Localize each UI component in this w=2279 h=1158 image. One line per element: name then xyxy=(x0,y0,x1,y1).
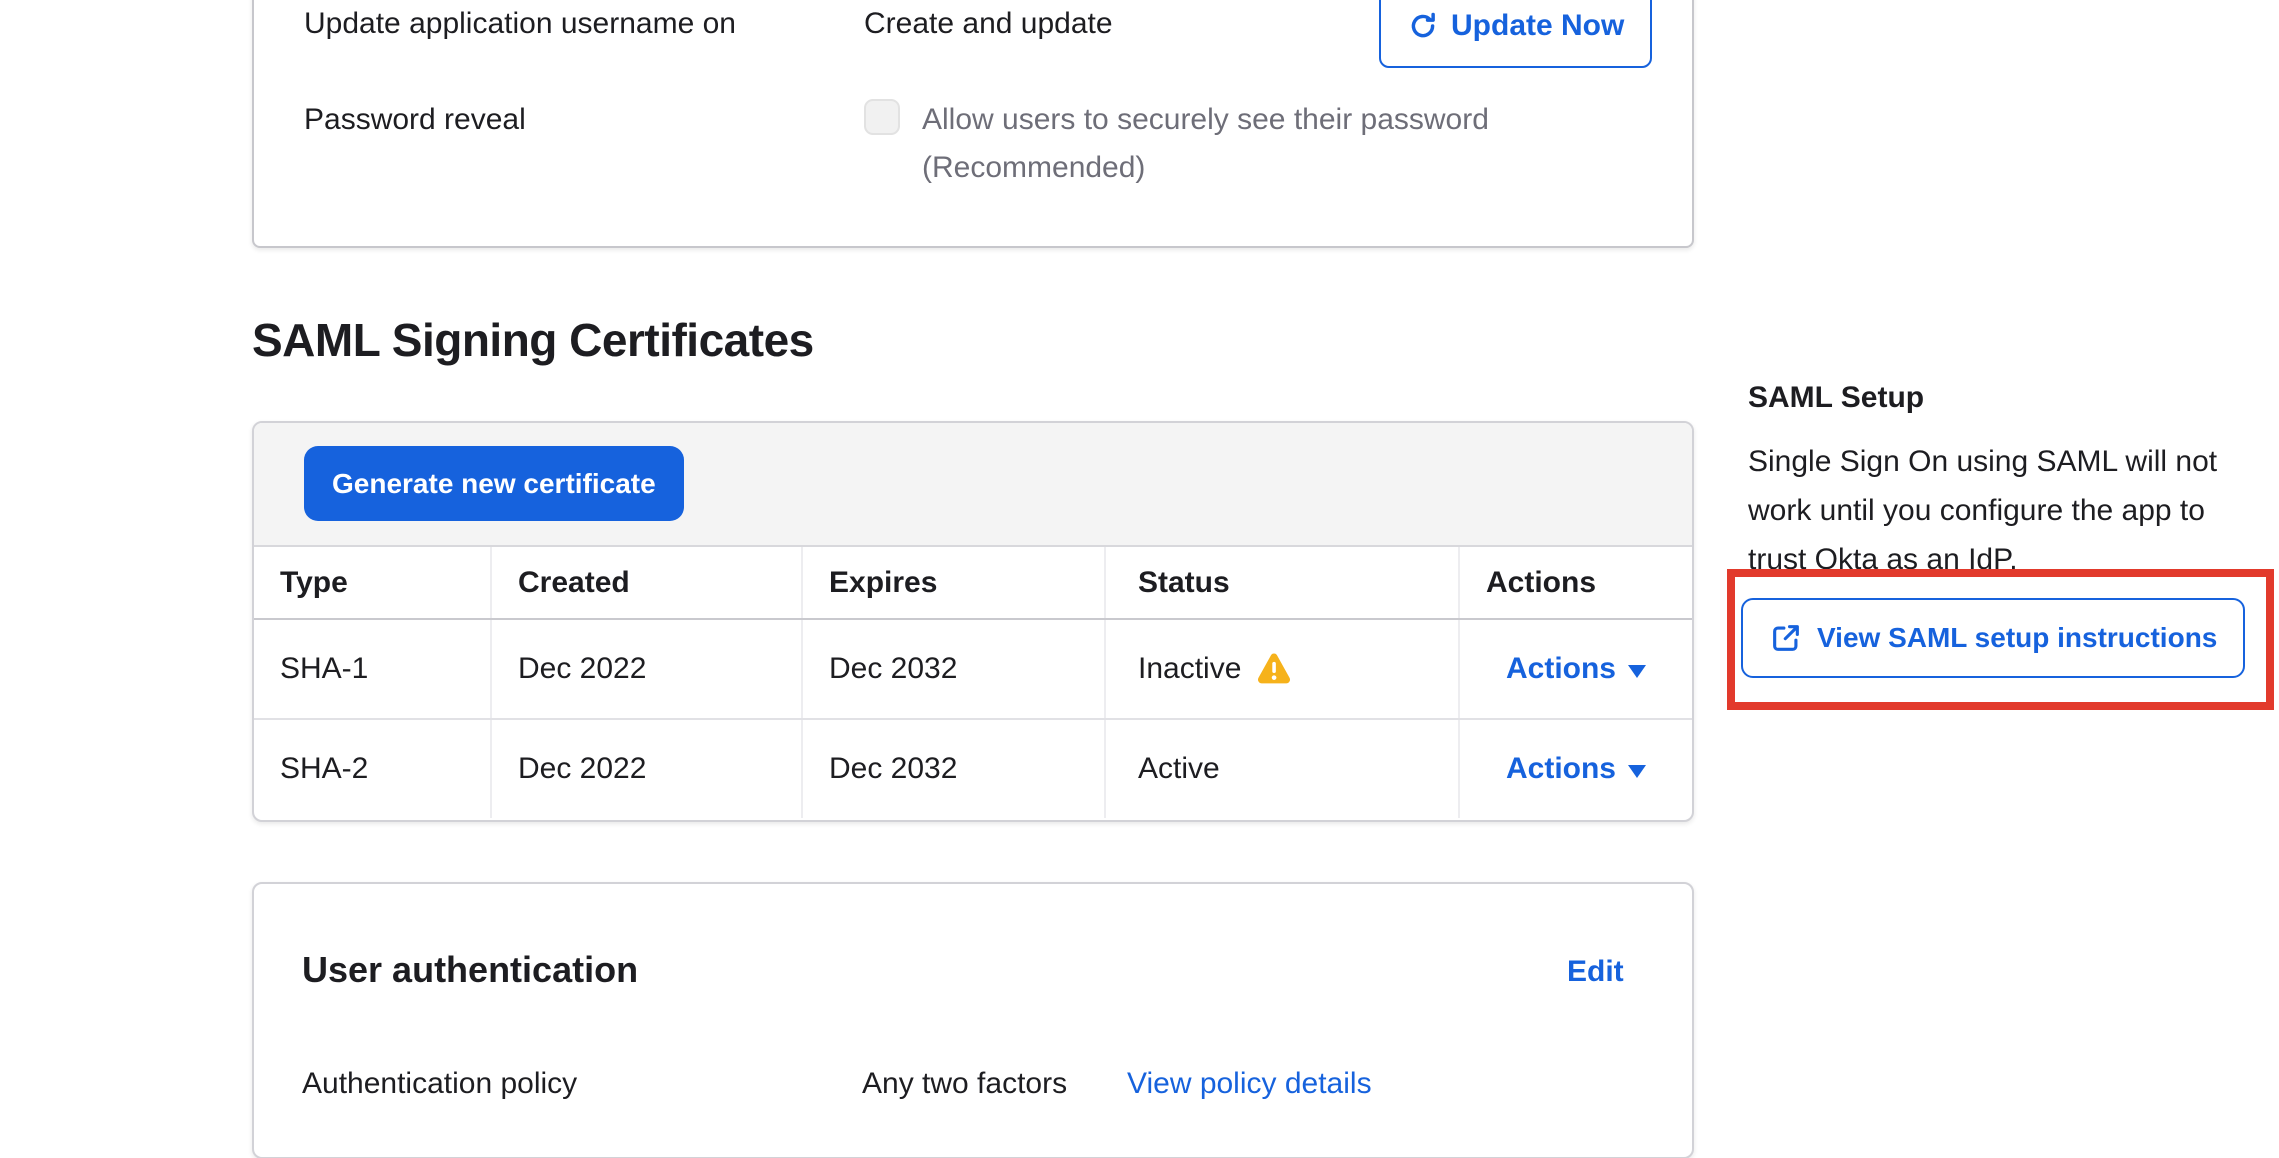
status-text: Active xyxy=(1138,752,1220,786)
username-update-label: Update application username on xyxy=(304,2,736,46)
username-update-value: Create and update xyxy=(864,2,1113,46)
table-row: SHA-2 Dec 2022 Dec 2032 Active Actions xyxy=(254,719,1692,818)
saml-certificates-card: Generate new certificate Type Created Ex… xyxy=(252,421,1694,822)
cert-actions-cell: Actions xyxy=(1459,719,1692,818)
caret-down-icon xyxy=(1628,665,1646,678)
actions-dropdown[interactable]: Actions xyxy=(1506,652,1646,686)
column-header-actions: Actions xyxy=(1459,547,1692,619)
column-header-type: Type xyxy=(254,547,491,619)
cert-type-cell: SHA-1 xyxy=(254,619,491,719)
password-reveal-label: Password reveal xyxy=(304,98,526,142)
page-title: SAML Signing Certificates xyxy=(252,312,814,368)
authentication-policy-label: Authentication policy xyxy=(302,1062,577,1106)
cert-status-cell: Inactive xyxy=(1105,619,1459,719)
user-authentication-card xyxy=(252,882,1694,1158)
password-reveal-checkbox[interactable] xyxy=(864,99,900,135)
warning-icon xyxy=(1255,652,1293,686)
provisioning-settings-card: Update application username on Create an… xyxy=(252,0,1694,248)
cert-status-cell: Active xyxy=(1105,719,1459,818)
column-header-status: Status xyxy=(1105,547,1459,619)
actions-label: Actions xyxy=(1506,752,1616,786)
view-policy-details-link[interactable]: View policy details xyxy=(1127,1062,1372,1106)
cert-created-cell: Dec 2022 xyxy=(491,619,802,719)
status-text: Inactive xyxy=(1138,652,1241,686)
external-link-icon xyxy=(1769,621,1803,655)
certificates-table: Type Created Expires Status Actions SHA-… xyxy=(254,547,1692,818)
cert-expires-cell: Dec 2032 xyxy=(802,619,1105,719)
authentication-policy-value: Any two factors xyxy=(862,1062,1067,1106)
certificates-toolbar: Generate new certificate xyxy=(254,423,1692,547)
actions-label: Actions xyxy=(1506,652,1616,686)
edit-link[interactable]: Edit xyxy=(1567,950,1624,994)
cert-created-cell: Dec 2022 xyxy=(491,719,802,818)
actions-dropdown[interactable]: Actions xyxy=(1506,752,1646,786)
update-now-button[interactable]: Update Now xyxy=(1379,0,1652,68)
cert-actions-cell: Actions xyxy=(1459,619,1692,719)
column-header-expires: Expires xyxy=(802,547,1105,619)
saml-setup-description: Single Sign On using SAML will not work … xyxy=(1748,437,2270,584)
table-row: SHA-1 Dec 2022 Dec 2032 Inactive xyxy=(254,619,1692,719)
table-header-row: Type Created Expires Status Actions xyxy=(254,547,1692,619)
saml-setup-heading: SAML Setup xyxy=(1748,376,1924,420)
refresh-icon xyxy=(1407,10,1439,42)
generate-certificate-button[interactable]: Generate new certificate xyxy=(304,446,684,521)
view-saml-setup-instructions-button[interactable]: View SAML setup instructions xyxy=(1741,598,2245,678)
column-header-created: Created xyxy=(491,547,802,619)
cert-type-cell: SHA-2 xyxy=(254,719,491,818)
cert-expires-cell: Dec 2032 xyxy=(802,719,1105,818)
caret-down-icon xyxy=(1628,765,1646,778)
page: Update application username on Create an… xyxy=(0,0,2279,1158)
update-now-label: Update Now xyxy=(1451,9,1624,43)
view-saml-setup-instructions-label: View SAML setup instructions xyxy=(1817,622,2217,654)
user-authentication-heading: User authentication xyxy=(302,946,638,994)
password-reveal-checkbox-label: Allow users to securely see their passwo… xyxy=(922,96,1582,192)
